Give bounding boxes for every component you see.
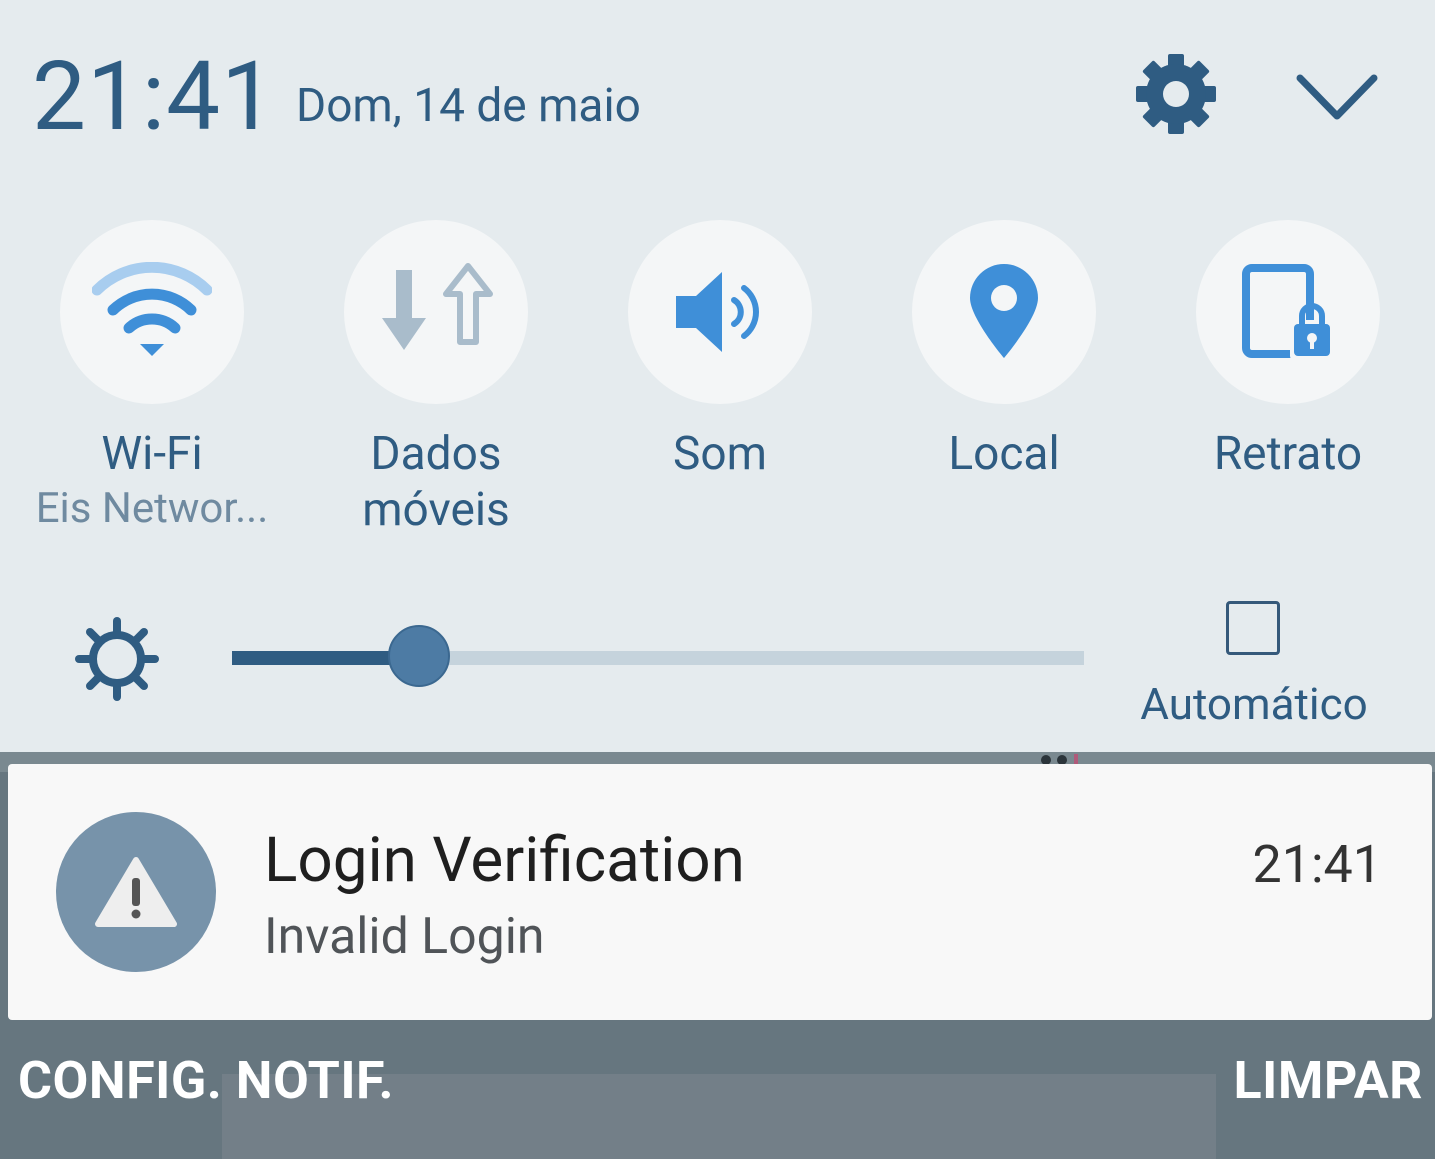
brightness-handle[interactable]	[388, 625, 451, 687]
notification-body: Invalid Login	[264, 908, 545, 966]
expand-button[interactable]	[1292, 66, 1382, 126]
tile-sound-button[interactable]	[628, 220, 812, 404]
mobile-data-icon	[382, 263, 493, 350]
tile-wifi[interactable]: Wi-Fi Eis Networ...	[10, 220, 294, 550]
auto-brightness-label: Automático	[1140, 678, 1368, 730]
tile-mobile-data-label: Dados móveis	[362, 427, 510, 537]
notification-avatar	[56, 812, 216, 972]
tile-mobile-data[interactable]: Dados móveis	[294, 220, 578, 550]
tile-mobile-data-button[interactable]	[344, 220, 528, 404]
tile-portrait-label: Retrato	[1213, 427, 1363, 481]
tile-wifi-label: Wi-Fi	[101, 427, 203, 481]
location-pin-icon	[970, 264, 1038, 358]
tile-location-button[interactable]	[912, 220, 1096, 404]
notification-card[interactable]: Login Verification 21:41 Invalid Login	[8, 764, 1432, 1020]
brightness-icon	[74, 616, 160, 702]
tile-wifi-network: Eis Networ...	[35, 484, 269, 533]
notification-footer: CONFIG. NOTIF. LIMPAR	[0, 1020, 1435, 1159]
notification-title: Login Verification	[264, 824, 745, 897]
auto-brightness-checkbox[interactable]	[1226, 601, 1280, 655]
gear-icon	[1136, 54, 1216, 134]
clear-all-button[interactable]: LIMPAR	[1234, 1050, 1423, 1112]
notification-time: 21:41	[1252, 834, 1383, 895]
tile-sound[interactable]: Som	[578, 220, 862, 550]
tile-location[interactable]: Local	[862, 220, 1146, 550]
date: Dom, 14 de maio	[296, 79, 641, 133]
volume-icon	[676, 272, 759, 352]
quick-settings-panel: 21:41 Dom, 14 de maio Wi-Fi Eis Networ..…	[0, 0, 1435, 752]
notification-settings-button[interactable]: CONFIG. NOTIF.	[18, 1050, 394, 1112]
tile-sound-label: Som	[673, 427, 767, 481]
tile-portrait-button[interactable]	[1196, 220, 1380, 404]
warning-icon	[95, 857, 177, 927]
brightness-slider[interactable]	[232, 625, 1084, 687]
tile-location-label: Local	[948, 427, 1060, 481]
tile-wifi-button[interactable]	[60, 220, 244, 404]
portrait-lock-icon	[1242, 264, 1334, 360]
clock: 21:41	[32, 41, 277, 153]
settings-button[interactable]	[1134, 52, 1218, 136]
chevron-down-icon	[1296, 74, 1378, 120]
wifi-icon	[92, 262, 212, 356]
tile-portrait[interactable]: Retrato	[1146, 220, 1430, 550]
